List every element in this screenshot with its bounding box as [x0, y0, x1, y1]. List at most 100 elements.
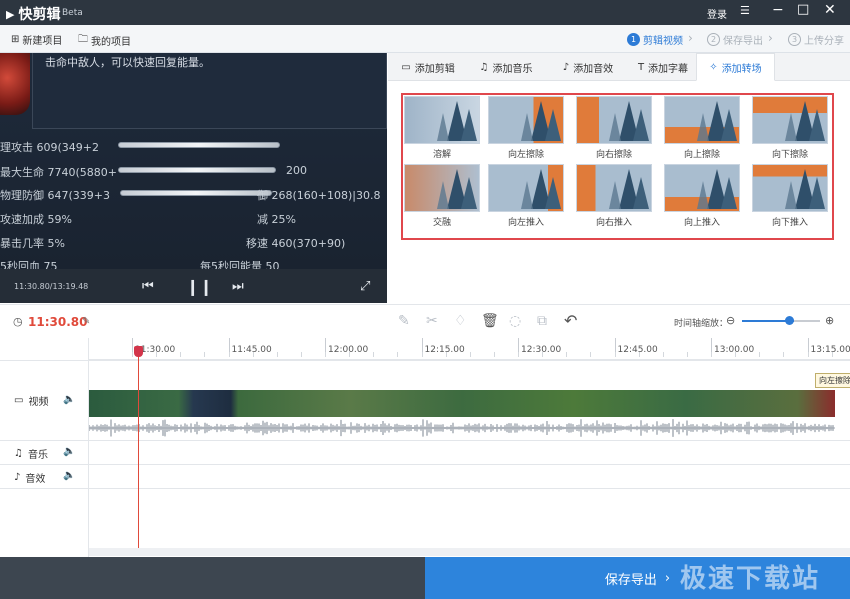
pencil-icon[interactable]: ✎ — [398, 313, 410, 329]
fullscreen-icon[interactable]: ⤢ — [360, 279, 370, 294]
transition-thumbnail[interactable] — [576, 164, 652, 212]
transition-label: 向下擦除 — [771, 150, 808, 160]
tab-add-subtitle[interactable]: T 添加字幕 — [630, 53, 696, 81]
zoom-in-icon[interactable]: ⊕ — [825, 314, 834, 327]
menu-icon[interactable]: ☰ — [740, 4, 750, 17]
folder-icon: 🗀 — [78, 34, 88, 45]
ruler-minor-tick — [590, 352, 592, 357]
new-project-button[interactable]: ⊞ 新建项目 — [11, 32, 62, 47]
tab-add-clip[interactable]: ▭ 添加剪辑 — [394, 53, 462, 81]
edit-pencil-icon[interactable]: ✎ — [82, 316, 90, 327]
previous-icon[interactable]: ⏮ — [142, 279, 154, 294]
transition-label: 向左推入 — [507, 218, 544, 228]
ruler-minor-tick — [132, 352, 133, 357]
chevron-right-icon: › — [688, 31, 693, 45]
current-timecode[interactable]: 11:30.80 — [28, 315, 87, 329]
playhead-handle[interactable] — [134, 346, 143, 357]
stat-row: 200 — [286, 164, 307, 177]
transition-thumbnail[interactable] — [752, 164, 828, 212]
step-number: 2 — [707, 33, 720, 46]
tab-label: 添加音效 — [573, 63, 614, 75]
ruler-minor-tick — [711, 352, 712, 357]
pause-icon[interactable]: ❙❙ — [186, 277, 213, 296]
timeline-scrollbar[interactable] — [89, 548, 850, 556]
step-export[interactable]: 2 保存导出 — [707, 32, 763, 47]
divider — [0, 488, 850, 489]
transition-thumbnail[interactable] — [404, 96, 480, 144]
login-button[interactable]: 登录 — [707, 6, 727, 21]
bell-icon[interactable]: ♢ — [454, 313, 467, 329]
ruler-minor-tick — [325, 352, 326, 357]
volume-icon[interactable]: 🔈 — [63, 394, 75, 405]
minimize-icon[interactable]: − — [772, 2, 784, 18]
ruler-label: 12:00.00 — [328, 345, 369, 355]
ruler-minor-tick — [180, 352, 182, 357]
zoom-out-icon[interactable]: ⊖ — [726, 314, 735, 327]
my-projects-button[interactable]: 🗀 我的项目 — [78, 32, 131, 49]
ruler-minor-tick — [831, 352, 833, 357]
transition-label: 向下推入 — [771, 218, 808, 228]
track-name: 音乐 — [27, 450, 48, 461]
ruler-minor-tick — [445, 352, 447, 357]
trash-icon[interactable]: 🗑 — [481, 313, 499, 329]
maximize-icon[interactable]: □ — [797, 2, 809, 17]
ruler-label: 11:45.00 — [231, 345, 272, 355]
volume-icon[interactable]: 🔈 — [63, 446, 75, 457]
zoom-slider-handle[interactable] — [785, 316, 794, 325]
tab-label: 添加字幕 — [648, 63, 689, 75]
transition-thumbnail[interactable] — [664, 164, 740, 212]
tab-bar: ▭ 添加剪辑 ♫ 添加音乐 ♪ 添加音效 T 添加字幕 ✧ 添加转场 — [388, 53, 850, 81]
step-edit[interactable]: 1 剪辑视频 — [627, 32, 683, 47]
timeline-ruler[interactable]: 11:30.00 11:45.00 12:00.00 12:15.00 12:30.00… — [89, 338, 850, 360]
stat-row: 减 25% — [257, 213, 296, 226]
volume-icon[interactable]: 🔈 — [63, 470, 75, 481]
transition-thumbnail[interactable] — [488, 164, 564, 212]
undo-icon[interactable]: ↶ — [564, 311, 577, 330]
close-icon[interactable]: ✕ — [824, 2, 836, 18]
menu-bar: ⊞ 新建项目 🗀 我的项目 1 剪辑视频 › 2 保存导出 › 3 上传分享 — [0, 25, 850, 53]
stat-row: 御 268(160+108)|30.8 — [257, 189, 381, 202]
ruler-minor-tick — [759, 352, 761, 357]
chevron-right-icon: › — [664, 570, 671, 586]
track-label-music: ♫ 音乐 — [14, 446, 48, 461]
tree-image — [437, 169, 477, 209]
ruler-minor-tick — [300, 352, 302, 357]
stat-row: 最大生命 7740(5880+ — [0, 166, 117, 179]
tab-label: 添加转场 — [721, 63, 762, 75]
transition-thumbnail[interactable] — [752, 96, 828, 144]
track-name: 音效 — [25, 474, 46, 485]
tab-add-transition[interactable]: ✧ 添加转场 — [696, 53, 775, 81]
ruler-minor-tick — [493, 352, 495, 357]
track-label-sfx: ♪ 音效 — [14, 470, 45, 485]
transition-thumbnail[interactable] — [404, 164, 480, 212]
ruler-minor-tick — [542, 352, 544, 357]
step-share[interactable]: 3 上传分享 — [788, 32, 844, 47]
plus-box-icon: ⊞ — [11, 34, 20, 45]
ruler-minor-tick — [807, 352, 809, 357]
step-label: 上传分享 — [804, 36, 844, 47]
video-clip[interactable] — [89, 390, 835, 417]
next-icon[interactable]: ⏭ — [232, 279, 244, 294]
stat-row: 理攻击 609(349+2 — [0, 141, 99, 154]
copy-icon[interactable]: ⧉ — [537, 313, 547, 329]
tab-add-music[interactable]: ♫ 添加音乐 — [472, 53, 540, 81]
stat-row: 移速 460(370+90) — [246, 237, 346, 250]
tab-add-sfx[interactable]: ♪ 添加音效 — [550, 53, 626, 81]
transition-thumbnail[interactable] — [576, 96, 652, 144]
ruler-minor-tick — [662, 352, 664, 357]
transition-label: 溶解 — [432, 150, 451, 160]
stat-bar — [118, 142, 280, 148]
tree-image — [521, 169, 561, 209]
transition-thumbnail[interactable] — [488, 96, 564, 144]
ruler-minor-tick — [349, 352, 351, 357]
text-icon: T — [637, 61, 645, 73]
transition-thumbnail[interactable] — [664, 96, 740, 144]
crop-icon[interactable]: ◌ — [509, 313, 521, 329]
playhead[interactable] — [138, 346, 139, 548]
ruler-minor-tick — [735, 352, 737, 357]
scissors-icon[interactable]: ✂ — [426, 313, 438, 329]
ruler-label: 13:15.00 — [810, 345, 850, 355]
clock-icon: ◷ — [13, 315, 23, 328]
transition-label: 向右推入 — [595, 218, 632, 228]
tree-image — [697, 169, 737, 209]
